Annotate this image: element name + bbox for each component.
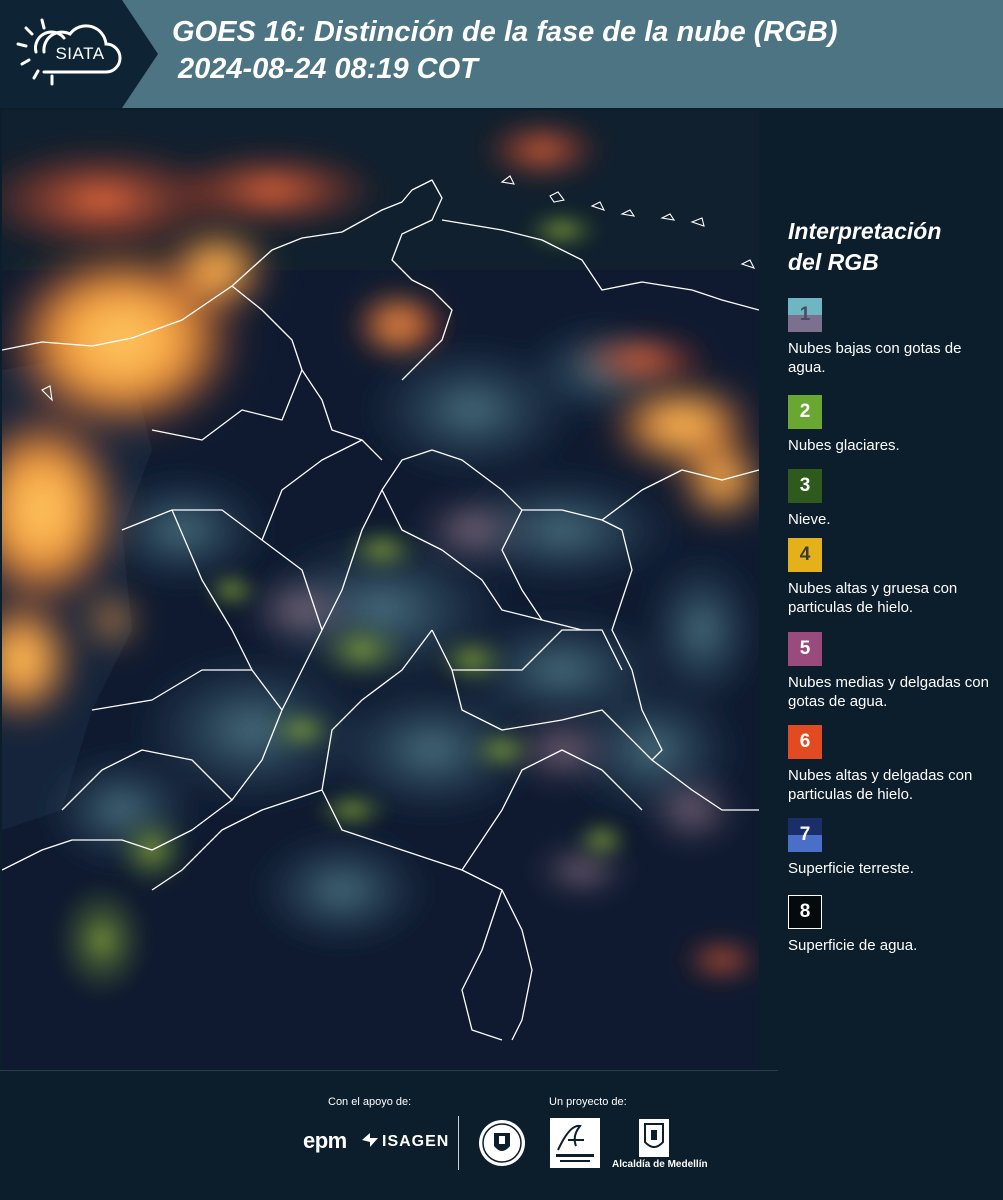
legend-title: Interpretación del RGB xyxy=(788,216,988,278)
legend-swatch-5: 5 xyxy=(788,632,822,666)
footer: Con el apoyo de: Un proyecto de: epm ISA… xyxy=(0,1070,1003,1200)
legend-number-1: 1 xyxy=(799,304,811,325)
alcaldia-shield-icon xyxy=(639,1119,669,1157)
satellite-map xyxy=(2,110,759,1070)
support-label: Con el apoyo de: xyxy=(328,1096,412,1108)
title-timestamp: 2024-08-24 08:19 COT xyxy=(178,53,478,85)
legend-number-3: 3 xyxy=(799,475,811,496)
siata-logo-text: SIATA xyxy=(55,44,105,63)
legend-item-4: 4 Nubes altas y gruesa con particulas de… xyxy=(788,538,1000,617)
epm-logo: epm xyxy=(303,1128,347,1153)
legend-swatch-8: 8 xyxy=(788,895,822,929)
alcaldia-label: Alcaldía de Medellín xyxy=(612,1159,708,1170)
legend-label-1: Nubes bajas con gotas de agua. xyxy=(788,340,962,376)
legend-item-2: 2 Nubes glaciares. xyxy=(788,395,1000,455)
legend-item-6: 6 Nubes altas y delgadas con particulas … xyxy=(788,725,1000,804)
legend-panel: Interpretación del RGB 1 Nubes bajas con… xyxy=(760,110,1003,1070)
legend-label-6: Nubes altas y delgadas con particulas de… xyxy=(788,767,973,803)
legend-label-7: Superficie terreste. xyxy=(788,860,914,877)
footer-divider xyxy=(458,1116,459,1170)
university-seal-icon xyxy=(479,1120,525,1166)
legend-number-7: 7 xyxy=(799,824,811,845)
legend-label-2: Nubes glaciares. xyxy=(788,437,900,454)
isagen-logo: ISAGEN xyxy=(382,1133,450,1150)
legend-swatch-7: 7 xyxy=(788,818,822,852)
legend-number-8: 8 xyxy=(799,901,811,922)
legend-item-5: 5 Nubes medias y delgadas con gotas de a… xyxy=(788,632,1000,711)
legend-title-line1: Interpretación xyxy=(788,218,942,244)
footer-separator xyxy=(0,1070,778,1071)
legend-swatch-4: 4 xyxy=(788,538,822,572)
rgb-satellite-image xyxy=(2,110,759,1070)
legend-item-1: 1 Nubes bajas con gotas de agua. xyxy=(788,298,1000,377)
project-label: Un proyecto de: xyxy=(549,1096,627,1108)
legend-swatch-1: 1 xyxy=(788,298,822,332)
isagen-mark-icon xyxy=(362,1133,378,1147)
legend-swatch-6: 6 xyxy=(788,725,822,759)
legend-item-8: 8 Superficie de agua. xyxy=(788,895,1000,955)
legend-number-6: 6 xyxy=(799,731,811,752)
legend-number-4: 4 xyxy=(799,544,811,565)
legend-item-7: 7 Superficie terreste. xyxy=(788,818,1000,878)
title-product: GOES 16: Distinción de la fase de la nub… xyxy=(172,16,838,48)
header-bar: SIATA GOES 16: Distinción de la fase de … xyxy=(0,0,1003,108)
page-title: GOES 16: Distinción de la fase de la nub… xyxy=(172,14,838,88)
legend-label-8: Superficie de agua. xyxy=(788,937,918,954)
area-metropolitana-logo-icon xyxy=(550,1118,600,1168)
legend-item-3: 3 Nieve. xyxy=(788,469,1000,529)
legend-swatch-2: 2 xyxy=(788,395,822,429)
legend-label-4: Nubes altas y gruesa con particulas de h… xyxy=(788,580,958,616)
legend-number-5: 5 xyxy=(799,638,811,659)
legend-number-2: 2 xyxy=(799,401,811,422)
legend-label-3: Nieve. xyxy=(788,511,831,528)
legend-swatch-3: 3 xyxy=(788,469,822,503)
siata-logo: SIATA xyxy=(0,0,158,108)
legend-label-5: Nubes medias y delgadas con gotas de agu… xyxy=(788,674,989,710)
legend-title-line2: del RGB xyxy=(788,249,879,275)
